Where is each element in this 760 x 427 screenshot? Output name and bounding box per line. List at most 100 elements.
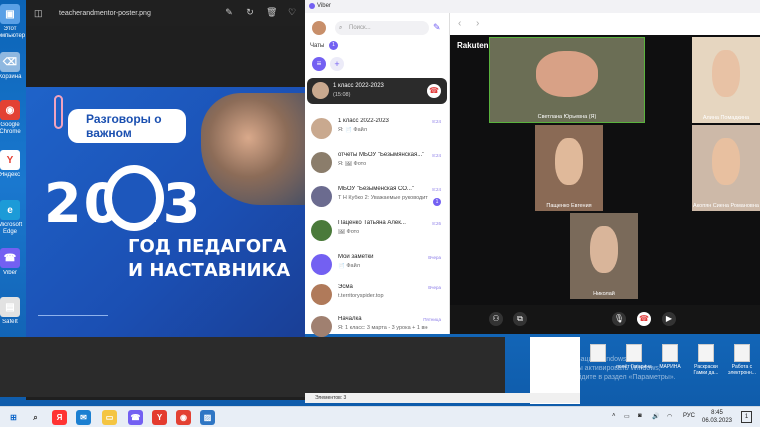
search-input[interactable]: ⌕ Поиск...	[335, 21, 429, 35]
chat-list-item[interactable]: Началка Я: 1 класс: 3 марта - 3 урока + 1…	[305, 311, 445, 344]
search-icon[interactable]: ⌕	[28, 410, 43, 425]
network-icon[interactable]: ▭	[624, 413, 630, 420]
chat-name: отчеты МБОУ "Безымянская..."	[338, 152, 424, 158]
share-screen-icon[interactable]: ⧉	[513, 312, 527, 326]
viber-icon[interactable]: ☎	[128, 410, 143, 425]
start-icon[interactable]: ⊞	[6, 410, 21, 425]
chat-list-item[interactable]: Мои заметки 📄 Файл Вчера	[305, 249, 445, 282]
avatar[interactable]	[312, 21, 326, 35]
app-icon: ▤	[0, 297, 20, 317]
chat-preview: Я: 🖼 Фото	[338, 161, 367, 167]
mail-icon[interactable]: ✉	[76, 410, 91, 425]
chat-list-item[interactable]: Эсма t.territoryspider.top Вчера	[305, 279, 445, 312]
chats-label: Чаты	[310, 43, 325, 49]
language-indicator[interactable]: РУС	[683, 413, 695, 419]
viewer-titlebar: ◫ teacherandmentor-poster.png ✎ ↻ 🗑 ♡	[26, 0, 305, 26]
heart-icon[interactable]: ♡	[287, 7, 297, 17]
app-icon: ▣	[0, 4, 20, 24]
add-folder-button[interactable]: +	[330, 57, 344, 71]
notifications-icon[interactable]: 1	[741, 411, 752, 423]
chrome-icon[interactable]: ◉	[176, 410, 191, 425]
chat-preview: 🖼 Фото	[338, 229, 360, 235]
call-controls: ⚇ ⧉ 🎙 ☎ ▶	[450, 305, 760, 334]
pelican-logo-inner	[112, 173, 156, 223]
participants-icon[interactable]: ⚇	[489, 312, 503, 326]
chats-count-badge: 1	[329, 41, 338, 50]
video-tile[interactable]: Алина Помадкина	[692, 37, 760, 123]
video-tile[interactable]: Пащенко Евгения	[535, 125, 603, 211]
clock-date: 06.03.2023	[701, 418, 733, 424]
volume-icon[interactable]: 🔊	[652, 413, 659, 420]
chat-time: Вчера	[428, 285, 441, 290]
viber-window: Viber ⌕ Поиск... ✎ Чаты 1 ≡ + 1 класс 20…	[305, 0, 760, 337]
chat-list-item[interactable]: 1 класс 2022-2023 Я: 📄 Файл 8:24	[305, 113, 445, 146]
desktop-icon[interactable]	[580, 344, 616, 364]
chat-time: Вчера	[428, 255, 441, 260]
chat-list-item[interactable]: МБОУ "Безыменская СО..." Т Н Кубко 2: Ува…	[305, 181, 445, 214]
search-icon: ⌕	[339, 25, 343, 31]
call-topbar: ‹ ›	[450, 13, 760, 35]
hangup-icon[interactable]: ☎	[637, 312, 651, 326]
dark-panel	[0, 337, 505, 397]
desktop-icon[interactable]: МАРИНА	[652, 344, 688, 370]
video-tile[interactable]: Светлана Юрьевна (Я)	[489, 37, 645, 123]
avatar	[311, 186, 332, 207]
avatar	[311, 118, 332, 139]
explorer-icon[interactable]: ▭	[102, 410, 117, 425]
viber-titlebar: Viber	[305, 0, 760, 13]
chat-list-item[interactable]: Паценко Татьяна Алек... 🖼 Фото 8:26	[305, 215, 445, 248]
call-pane: ‹ › Rakuten Viber Светлана Юрьевна (Я) Ал…	[450, 13, 760, 334]
clock-time: 8:45	[711, 410, 723, 416]
active-call-name: 1 класс 2022-2023	[333, 83, 384, 89]
participant-video	[590, 225, 618, 274]
photos-icon[interactable]: ▨	[200, 410, 215, 425]
yandex-icon[interactable]: Я	[52, 410, 67, 425]
chat-list-item[interactable]: отчеты МБОУ "Безымянская..." Я: 🖼 Фото 8:2…	[305, 147, 445, 180]
compose-icon[interactable]: ✎	[433, 22, 443, 32]
avatar	[312, 82, 329, 99]
avatar	[311, 220, 332, 241]
active-call-banner[interactable]: 1 класс 2022-2023 (15:08) ☎	[307, 78, 447, 104]
video-tile[interactable]: Николай	[570, 213, 638, 299]
filter-icon[interactable]: ≡	[312, 57, 326, 71]
avatar	[311, 152, 332, 173]
desktop-icon-label: Раскраски Гамки да...	[693, 364, 719, 376]
active-call-duration: (15:08)	[333, 92, 351, 98]
back-arrow-icon[interactable]: ‹	[458, 18, 461, 29]
app-icon: ⌫	[0, 52, 20, 72]
delete-icon[interactable]: 🗑	[266, 7, 277, 17]
document-icon	[626, 344, 642, 362]
microphone-icon[interactable]: 🎙	[612, 312, 626, 326]
taskbar: ⊞ ⌕ Я ✉ ▭ ☎ Y ◉ ▨ ˄ ▭ ◙ 🔊 ◠ РУС 8:45 06.03.2023 …	[0, 406, 760, 427]
poster-title: ГОД ПЕДАГОГА И НАСТАВНИКА	[128, 235, 290, 283]
poster-footer	[38, 315, 108, 321]
yandex-browser-icon[interactable]: Y	[152, 410, 167, 425]
desktop-icon[interactable]: Работа с электронн...	[724, 344, 760, 376]
desktop-icon[interactable]: полёт Гагарина	[616, 344, 652, 370]
avatar	[311, 284, 332, 305]
forward-arrow-icon[interactable]: ›	[476, 18, 479, 29]
desktop-right-icons: полёт Гагарина МАРИНА Раскраски Гамки да..…	[580, 340, 760, 400]
viber-logo-icon	[309, 3, 315, 9]
desktop-icon[interactable]: Раскраски Гамки да...	[688, 344, 724, 376]
chat-name: Началка	[338, 316, 362, 322]
camera-icon[interactable]: ▶	[662, 312, 676, 326]
camera-tray-icon[interactable]: ◙	[638, 413, 642, 419]
app-icon: e	[0, 200, 20, 220]
document-icon	[698, 344, 714, 362]
clock[interactable]: 8:45 06.03.2023	[700, 409, 734, 425]
search-placeholder: Поиск...	[349, 25, 371, 31]
desktop-icon-label: полёт Гагарина	[616, 364, 652, 370]
chat-name: 1 класс 2022-2023	[338, 118, 389, 124]
avatar	[311, 254, 332, 275]
chevron-up-icon[interactable]: ˄	[612, 413, 616, 419]
viber-window-title: Viber	[317, 3, 331, 9]
avatar	[311, 316, 332, 337]
video-tile[interactable]: Акопян Сиена Романовна	[692, 125, 760, 211]
unread-badge: 1	[433, 198, 441, 206]
participant-name: Алина Помадкина	[702, 115, 750, 121]
hangup-icon[interactable]: ☎	[427, 84, 441, 98]
wifi-icon[interactable]: ◠	[667, 413, 672, 420]
rotate-icon[interactable]: ↻	[245, 7, 255, 17]
edit-icon[interactable]: ✎	[224, 7, 234, 17]
